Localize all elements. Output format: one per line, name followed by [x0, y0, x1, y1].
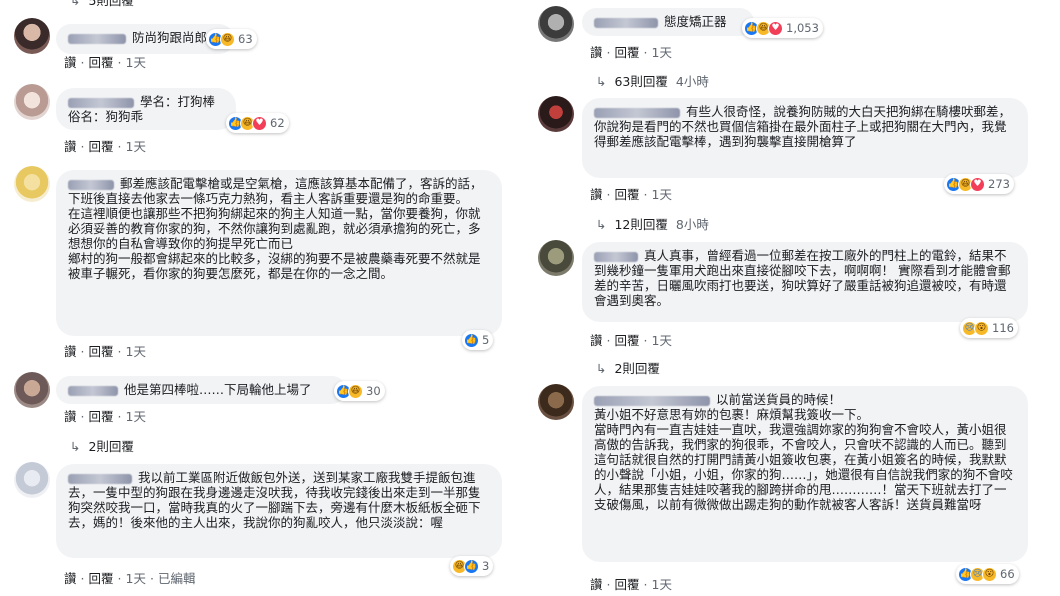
- like-action[interactable]: 讚: [64, 409, 77, 424]
- reply-action[interactable]: 回覆: [89, 55, 114, 70]
- view-replies-link[interactable]: ↳ 2則回覆: [596, 358, 660, 377]
- commenter-name-blurred[interactable]: [594, 395, 710, 406]
- comment-actions: 讚 · 回覆 · 1天: [64, 409, 146, 424]
- wow-icon: 😮: [982, 566, 997, 582]
- reply-action[interactable]: 回覆: [89, 139, 114, 154]
- avatar[interactable]: [14, 372, 50, 408]
- view-replies-link[interactable]: ↳ 63則回覆 4小時: [596, 71, 709, 90]
- timestamp[interactable]: 1天: [652, 187, 672, 202]
- like-action[interactable]: 讚: [64, 571, 77, 586]
- commenter-name-blurred[interactable]: [68, 33, 126, 44]
- timestamp[interactable]: 1天: [652, 45, 672, 60]
- reaction-summary[interactable]: 😆 👍 3: [450, 556, 494, 576]
- reply-action[interactable]: 回覆: [89, 344, 114, 359]
- comment-bubble: 他是第四棒啦……下局輪他上場了: [56, 376, 346, 404]
- reaction-summary[interactable]: 👍 😆 ♥ 62: [226, 113, 289, 133]
- avatar[interactable]: [14, 18, 50, 54]
- view-replies-link[interactable]: ↳ 2則回覆: [70, 436, 134, 455]
- timestamp[interactable]: 1天: [126, 409, 146, 424]
- avatar[interactable]: [14, 84, 50, 120]
- wow-icon: 😮: [974, 320, 989, 336]
- reply-action[interactable]: 回覆: [89, 571, 114, 586]
- timestamp[interactable]: 1天: [652, 577, 672, 592]
- commenter-name-blurred[interactable]: [68, 179, 114, 190]
- reaction-summary[interactable]: 👍 😆 ♥ 273: [944, 174, 1014, 194]
- commenter-name-blurred[interactable]: [594, 107, 680, 118]
- like-action[interactable]: 讚: [590, 187, 603, 202]
- commenter-name-blurred[interactable]: [68, 473, 132, 484]
- reply-arrow-icon: ↳: [70, 439, 81, 454]
- avatar[interactable]: [14, 462, 50, 498]
- like-action[interactable]: 讚: [590, 577, 603, 592]
- commenter-name-blurred[interactable]: [68, 97, 134, 108]
- reaction-summary[interactable]: 👍 😆 30: [334, 381, 385, 401]
- commenter-name-blurred[interactable]: [594, 251, 638, 262]
- reply-action[interactable]: 回覆: [615, 187, 640, 202]
- comment-actions: 讚 · 回覆 · 1天: [64, 55, 146, 70]
- comment-actions: 讚 · 回覆 · 1天: [590, 187, 672, 202]
- avatar[interactable]: [538, 96, 574, 132]
- love-icon: ♥: [252, 115, 267, 131]
- view-replies-link[interactable]: ↳ 12則回覆 8小時: [596, 214, 709, 233]
- timestamp[interactable]: 1天: [126, 571, 146, 586]
- comment-bubble: 我以前工業區附近做飯包外送，送到某家工廠我雙手提飯包進去，一隻中型的狗跟在我身邊…: [56, 464, 502, 558]
- timestamp[interactable]: 1天: [126, 55, 146, 70]
- timestamp[interactable]: 1天: [126, 344, 146, 359]
- comment-bubble: 真人真事，曾經看過一位郵差在按工廠外的門柱上的電鈴，結果不到幾秒鐘一隻軍用犬跑出…: [582, 242, 1028, 322]
- comment-bubble: 郵差應該配電擊槍或是空氣槍，這應該算基本配備了，客訴的話，下班後直接去他家去一條…: [56, 170, 502, 336]
- reaction-summary[interactable]: 👍 5: [462, 330, 494, 350]
- timestamp[interactable]: 1天: [126, 139, 146, 154]
- like-icon: 👍: [464, 558, 479, 574]
- comment-bubble: 有些人很奇怪，說養狗防賊的大白天把狗綁在騎樓吠郵差，你說狗是看門的不然也買個信箱…: [582, 98, 1028, 178]
- love-icon: ♥: [970, 176, 985, 192]
- comment-bubble: 學名：打狗棒 俗名：狗狗乖: [56, 88, 236, 130]
- commenter-name-blurred[interactable]: [594, 17, 658, 28]
- comment-bubble: 態度矯正器: [582, 8, 754, 36]
- reply-action[interactable]: 回覆: [615, 577, 640, 592]
- like-icon: 👍: [464, 332, 479, 348]
- avatar[interactable]: [14, 166, 50, 202]
- avatar[interactable]: [538, 6, 574, 42]
- like-action[interactable]: 讚: [64, 139, 77, 154]
- reply-arrow-icon: ↳: [70, 0, 81, 8]
- comment-bubble: 以前當送貨員的時候！ 黃小姐不好意思有妳的包裹！麻煩幫我簽收一下。 當時門內有一…: [582, 386, 1028, 562]
- like-action[interactable]: 讚: [590, 45, 603, 60]
- avatar[interactable]: [538, 240, 574, 276]
- comment-actions: 讚 · 回覆 · 1天: [64, 139, 146, 154]
- comment-actions: 讚 · 回覆 · 1天: [590, 45, 672, 60]
- reply-arrow-icon: ↳: [596, 361, 607, 376]
- like-action[interactable]: 讚: [590, 333, 603, 348]
- like-action[interactable]: 讚: [64, 344, 77, 359]
- haha-icon: 😆: [220, 31, 235, 47]
- timestamp[interactable]: 1天: [652, 333, 672, 348]
- reply-action[interactable]: 回覆: [615, 333, 640, 348]
- love-icon: ♥: [768, 20, 783, 36]
- like-action[interactable]: 讚: [64, 55, 77, 70]
- comment-actions: 讚 · 回覆 · 1天: [590, 333, 672, 348]
- reaction-summary[interactable]: 👍 😢 😮 66: [956, 564, 1019, 584]
- reaction-summary[interactable]: 👍 😆 63: [206, 29, 257, 49]
- reply-action[interactable]: 回覆: [615, 45, 640, 60]
- reply-arrow-icon: ↳: [596, 74, 607, 89]
- edited-label[interactable]: 已編輯: [158, 571, 196, 586]
- reply-arrow-icon: ↳: [596, 217, 607, 232]
- haha-icon: 😆: [348, 383, 363, 399]
- reaction-summary[interactable]: 👍 😆 ♥ 1,053: [742, 18, 823, 38]
- commenter-name-blurred[interactable]: [68, 385, 118, 396]
- reply-action[interactable]: 回覆: [89, 409, 114, 424]
- reaction-summary[interactable]: 😢 😮 116: [960, 318, 1018, 338]
- partial-replies-link[interactable]: ↳ 5則回覆: [70, 0, 134, 9]
- comment-actions: 讚 · 回覆 · 1天: [64, 344, 146, 359]
- comment-actions: 讚 · 回覆 · 1天: [590, 577, 672, 592]
- avatar[interactable]: [538, 384, 574, 420]
- comment-actions: 讚 · 回覆 · 1天 · 已編輯: [64, 571, 196, 586]
